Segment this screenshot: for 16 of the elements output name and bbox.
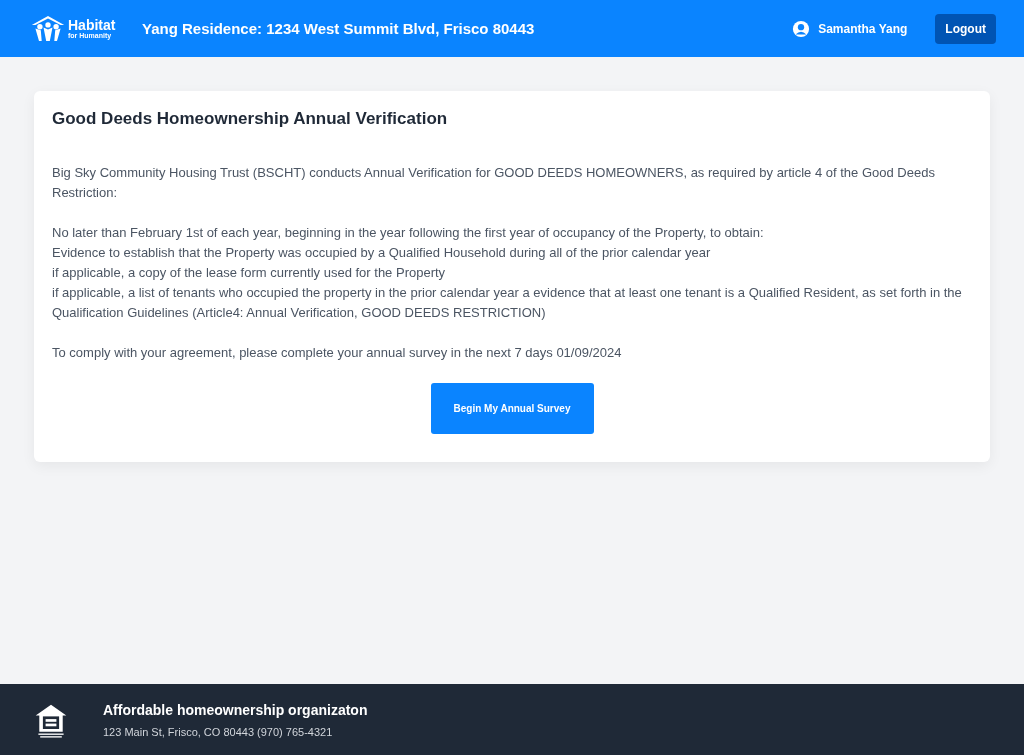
user-name: Samantha Yang — [818, 21, 908, 36]
body-text: Evidence to establish that the Property was occupied by a Qualified Household during all of the prior calendar year — [52, 244, 712, 262]
body-text: if applicable, a copy of the lease form currently used for the Property — [52, 264, 447, 282]
residence-title: Yang Residence: 1234 West Summit Blvd, Frisco 80443 — [142, 20, 536, 37]
user-avatar-icon — [792, 19, 811, 38]
house-people-icon — [30, 15, 66, 42]
body-text: No later than February 1st of each year, beginning in the year following the first year of occupancy of the Property, to obtain: — [52, 224, 765, 242]
logo-name: Habitat — [68, 18, 116, 32]
footer-address: 123 Main St, Frisco, CO 80443 (970) 765-4321 — [103, 725, 334, 738]
body-text: To comply with your agreement, please complete your annual survey in the next 7 days 01/09/2024 — [52, 344, 623, 362]
begin-survey-button[interactable]: Begin My Annual Survey — [430, 383, 594, 434]
card-title: Good Deeds Homeownership Annual Verification — [52, 109, 449, 129]
logout-button[interactable]: Logout — [935, 13, 996, 44]
footer-title: Affordable homeownership organizaton — [103, 701, 368, 718]
body-text: Big Sky Community Housing Trust (BSCHT) conducts Annual Verification for GOOD DEEDS HOMEOWNERS, as required by article 4 of the Good Deeds Restriction: — [52, 164, 936, 202]
body-text: if applicable, a list of tenants who occupied the property in the prior calendar year a evidence that at least one tenant is a Qualified Resident, as set forth in the Qualification Guidelines (Article4: Annual Verification, GOOD DEEDS RESTRICTION) — [52, 284, 963, 322]
